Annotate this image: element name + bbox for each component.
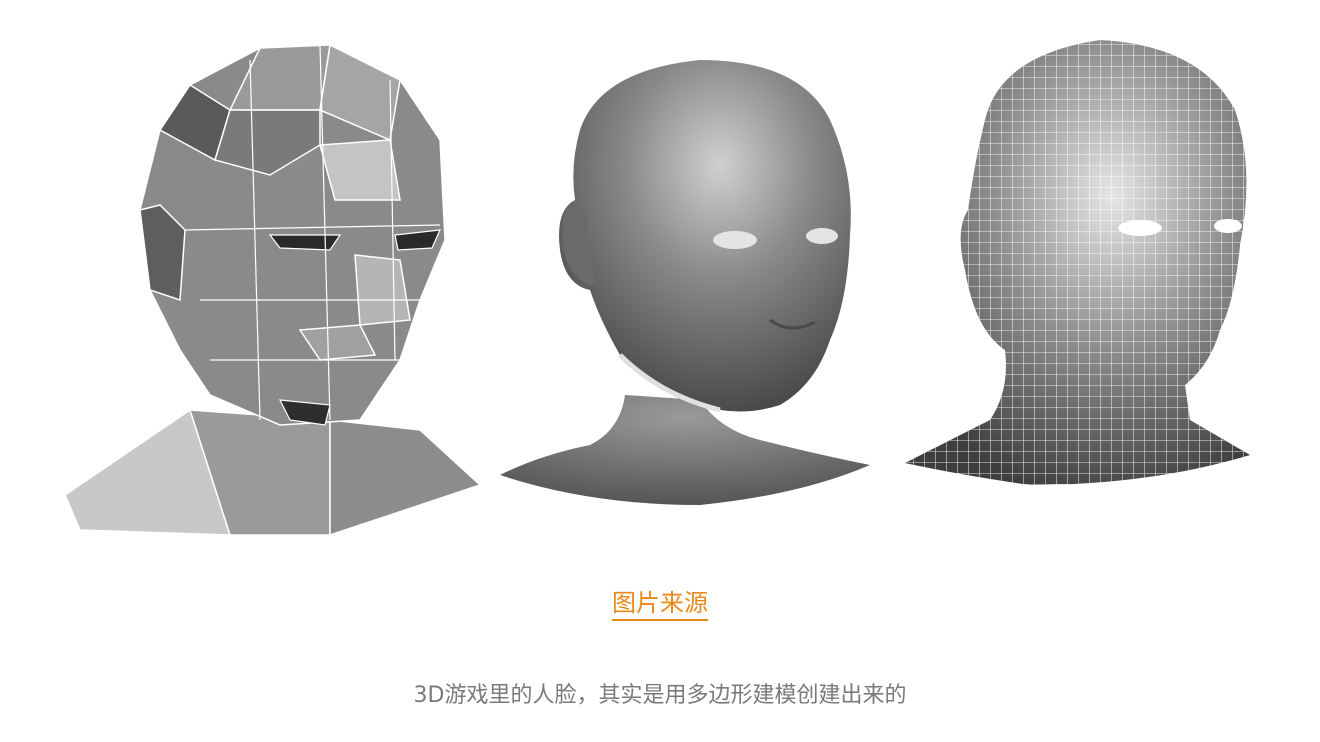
image-source-link-row: 图片来源 xyxy=(0,586,1320,621)
smooth-shaded-head-model xyxy=(500,60,870,505)
high-poly-wireframe-head-model xyxy=(905,40,1250,485)
low-poly-head-model xyxy=(64,43,482,537)
head-models-figure xyxy=(0,0,1320,560)
image-caption: 3D游戏里的人脸，其实是用多边形建模创建出来的 xyxy=(413,683,907,708)
head-models-illustration xyxy=(64,40,1250,537)
image-source-link[interactable]: 图片来源 xyxy=(612,589,708,621)
